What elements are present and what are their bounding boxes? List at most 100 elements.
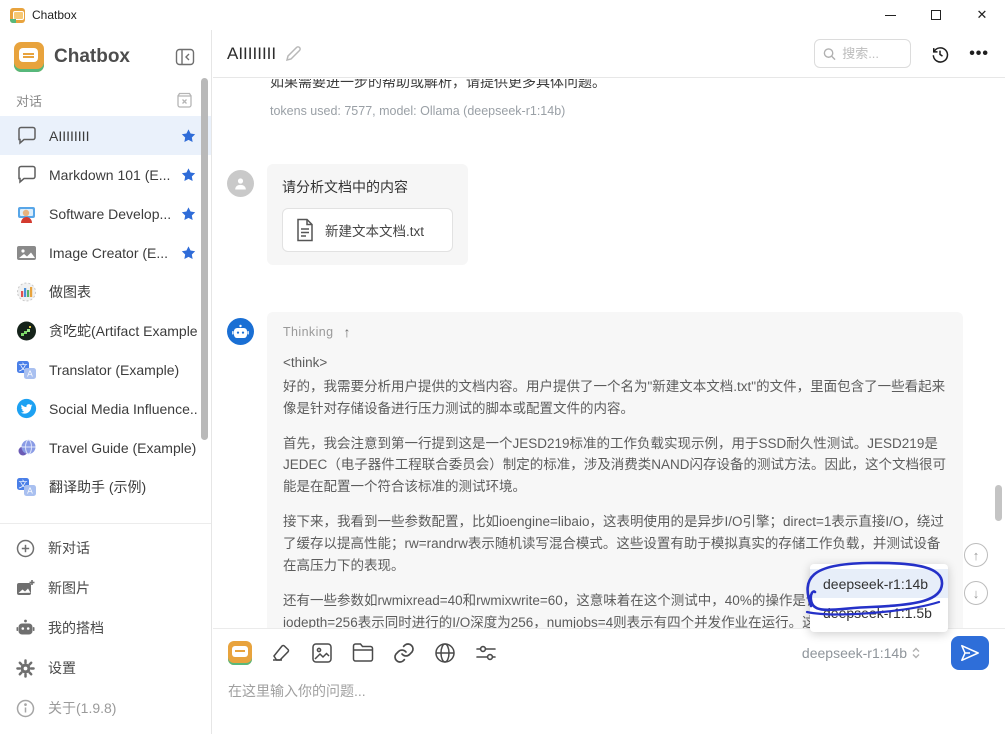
conversation-title: Image Creator (E... <box>49 245 174 261</box>
conversation-item[interactable]: 贪吃蛇(Artifact Example) <box>0 311 211 350</box>
eraser-icon <box>269 641 293 665</box>
conversation-item[interactable]: Software Develop... <box>0 194 211 233</box>
search-input[interactable] <box>842 46 902 61</box>
composer: deepseek-r1:14b <box>213 628 1005 734</box>
more-options-button[interactable]: ••• <box>969 49 989 59</box>
attachment-card[interactable]: 新建文本文档.txt <box>282 208 453 252</box>
new-chat-button[interactable]: 新对话 <box>0 528 211 568</box>
conversation-title: 翻译助手 (示例) <box>49 477 197 497</box>
conversation-item[interactable]: 做图表 <box>0 272 211 311</box>
conversation-title: Software Develop... <box>49 206 174 222</box>
collapse-sidebar-icon <box>175 48 195 66</box>
minimize-icon <box>885 15 896 16</box>
web-browsing-button[interactable] <box>433 641 457 665</box>
conversation-item[interactable]: Markdown 101 (E... <box>0 155 211 194</box>
message-list[interactable]: 如果需要进一步的帮助或解析，请提供更多具体问题。 tokens used: 75… <box>213 79 1005 628</box>
image-icon <box>16 244 37 262</box>
eraser-button[interactable] <box>269 641 293 665</box>
minimize-button[interactable] <box>867 0 913 30</box>
menu-label: 关于(1.9.8) <box>48 698 116 718</box>
conversation-item[interactable]: 文A Translator (Example) <box>0 350 211 389</box>
user-message-text: 请分析文档中的内容 <box>282 177 453 197</box>
translator-icon: 文A <box>16 477 37 497</box>
close-icon: ✕ <box>977 7 988 23</box>
star-icon[interactable] <box>180 167 197 183</box>
history-icon <box>930 44 950 64</box>
maximize-icon <box>931 10 941 20</box>
conversation-item[interactable]: Travel Guide (Example) <box>0 428 211 467</box>
person-icon <box>233 176 248 191</box>
settings-button[interactable]: 设置 <box>0 648 211 688</box>
message-input[interactable] <box>228 681 959 721</box>
menu-label: 我的搭档 <box>48 618 104 638</box>
star-icon[interactable] <box>180 206 197 222</box>
plus-circle-icon <box>16 539 35 558</box>
search-box[interactable] <box>814 39 911 68</box>
sidebar-scrollbar[interactable] <box>201 78 208 440</box>
insert-image-button[interactable] <box>310 641 334 665</box>
globe-icon <box>433 641 457 665</box>
assistant-avatar <box>227 318 254 345</box>
gear-icon <box>16 659 35 678</box>
user-message-row: 请分析文档中的内容 新建文本文档.txt <box>227 164 1005 265</box>
model-option[interactable]: deepseek-r1:14b <box>810 569 948 598</box>
document-icon <box>295 218 315 242</box>
thinking-label: Thinking <box>283 325 333 339</box>
window-title: Chatbox <box>32 8 77 22</box>
star-icon[interactable] <box>180 128 197 144</box>
new-image-button[interactable]: 新图片 <box>0 568 211 608</box>
chatbox-quick-icon[interactable] <box>228 641 252 665</box>
image-plus-icon <box>16 579 35 597</box>
snake-game-icon <box>16 321 37 341</box>
about-button[interactable]: 关于(1.9.8) <box>0 688 211 728</box>
conversation-item[interactable]: AIIIIIIII <box>0 116 211 155</box>
menu-label: 新对话 <box>48 538 90 558</box>
translator-icon: 文A <box>16 360 37 380</box>
conversation-title: Markdown 101 (E... <box>49 167 174 183</box>
model-option[interactable]: deepseek-r1:1.5b <box>810 598 948 627</box>
chat-scrollbar[interactable] <box>995 485 1002 521</box>
history-button[interactable] <box>930 44 950 64</box>
my-copilots-button[interactable]: 我的搭档 <box>0 608 211 648</box>
clear-conversations-button[interactable] <box>174 90 195 110</box>
close-button[interactable]: ✕ <box>959 0 1005 30</box>
chatbox-app-icon <box>10 8 25 23</box>
maximize-button[interactable] <box>913 0 959 30</box>
collapse-thinking-button[interactable]: ↑ <box>343 324 350 340</box>
think-paragraph: 首先，我会注意到第一行提到这是一个JESD219标准的工作负载实现示例，用于SS… <box>283 433 947 499</box>
developer-icon <box>16 204 37 224</box>
star-icon[interactable] <box>180 245 197 261</box>
pencil-icon <box>285 46 301 62</box>
conversation-item[interactable]: Social Media Influence... <box>0 389 211 428</box>
conversation-list: AIIIIIIII Markdown 101 (E... Software De… <box>0 116 211 506</box>
chevron-updown-icon <box>911 646 921 660</box>
conversation-item[interactable]: Image Creator (E... <box>0 233 211 272</box>
conversation-title: Travel Guide (Example) <box>49 440 197 456</box>
search-icon <box>823 47 836 61</box>
user-message-bubble: 请分析文档中的内容 新建文本文档.txt <box>267 164 468 265</box>
insert-link-button[interactable] <box>392 641 416 665</box>
chat-bubble-icon <box>17 126 37 145</box>
collapse-sidebar-button[interactable] <box>173 46 197 68</box>
scroll-to-top-button[interactable]: ↑ <box>964 543 988 567</box>
send-button[interactable] <box>951 636 989 670</box>
user-avatar <box>227 170 254 197</box>
travel-globe-icon <box>16 438 37 458</box>
svg-text:A: A <box>27 485 33 495</box>
model-selector[interactable]: deepseek-r1:14b <box>802 645 921 661</box>
conversation-item[interactable]: 文A 翻译助手 (示例) <box>0 467 211 506</box>
attachment-name: 新建文本文档.txt <box>325 220 424 240</box>
model-dropdown: deepseek-r1:14b deepseek-r1:1.5b <box>810 564 948 632</box>
menu-label: 设置 <box>48 658 76 678</box>
think-open-tag: <think> <box>283 352 947 374</box>
chatbox-window: Chatbox ✕ Chatbox 对话 AIIIIIIII <box>0 0 1005 734</box>
message-settings-button[interactable] <box>474 642 498 664</box>
conversation-title: 做图表 <box>49 282 197 302</box>
brand-row: Chatbox <box>0 30 211 80</box>
edit-title-button[interactable] <box>285 46 301 62</box>
attach-file-button[interactable] <box>351 642 375 664</box>
scroll-to-bottom-button[interactable]: ↓ <box>964 581 988 605</box>
think-paragraph: 好的，我需要分析用户提供的文档内容。用户提供了一个名为"新建文本文档.txt"的… <box>283 376 947 420</box>
link-icon <box>392 641 416 665</box>
robot-icon <box>16 619 35 637</box>
